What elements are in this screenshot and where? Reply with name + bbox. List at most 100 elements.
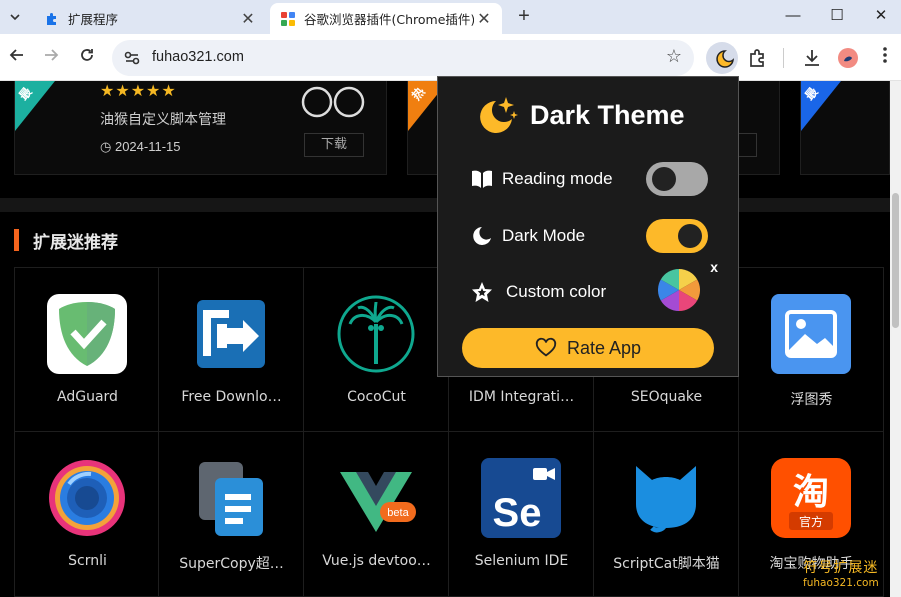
tab-label: 扩展程序: [68, 12, 119, 27]
supercopy-icon: [199, 462, 263, 536]
arrow-right-icon: [45, 49, 59, 61]
app-name: 浮图秀: [790, 392, 833, 408]
tab-search-button[interactable]: [4, 6, 26, 28]
cococut-icon: [337, 295, 415, 373]
beta-badge: beta: [387, 507, 409, 519]
dark-theme-extension-button[interactable]: [706, 42, 738, 74]
taobao-logo-text: 淘: [793, 472, 829, 513]
taobao-official-text: 官方: [799, 514, 823, 529]
page-scrollbar[interactable]: [890, 81, 901, 597]
section-title: 扩展迷推荐: [33, 232, 118, 253]
selenium-icon: Se: [481, 458, 561, 538]
bookmark-star-icon[interactable]: ☆: [666, 46, 682, 67]
app-card-scriptcat[interactable]: ScriptCat脚本猫: [594, 432, 739, 597]
dark-mode-toggle[interactable]: [646, 219, 708, 253]
moon-icon: [473, 227, 491, 245]
extensions-puzzle-icon[interactable]: [746, 46, 770, 70]
watermark-title: 符号扩展迷: [803, 560, 879, 576]
puzzle-icon: [47, 12, 56, 25]
featured-card[interactable]: 最: [800, 81, 890, 175]
reload-icon: [81, 49, 93, 61]
image-icon: [771, 294, 851, 374]
card-title[interactable]: 油猴自定义脚本管理: [100, 109, 226, 129]
custom-color-label: Custom color: [506, 282, 607, 301]
extension-logo-icon: [301, 86, 365, 118]
new-tab-button[interactable]: +: [512, 5, 536, 29]
app-card-vue-devtools[interactable]: beta Vue.js devtoo…: [304, 432, 449, 597]
app-card-fdm[interactable]: Free Downlo…: [159, 267, 304, 432]
maximize-button[interactable]: ☐: [822, 4, 852, 28]
moon-icon: [716, 50, 734, 68]
heart-icon: [535, 337, 557, 357]
scrnli-icon: [49, 460, 125, 536]
moon-sparkle-icon: [480, 97, 518, 133]
app-card-futuxiu[interactable]: 浮图秀: [739, 267, 884, 432]
menu-button[interactable]: [872, 45, 898, 71]
fdm-icon: [197, 300, 265, 368]
rating-stars: ★★★★★: [100, 83, 177, 100]
star-badge-icon: [472, 282, 492, 302]
card-date: ◷ 2024-11-15: [100, 139, 181, 155]
site-settings-icon[interactable]: [120, 46, 144, 70]
reading-mode-row: Reading mode: [470, 160, 710, 196]
watermark: 符号扩展迷 fuhao321.com: [803, 557, 879, 589]
tab-strip: 扩展程序 ✕ 谷歌浏览器插件(Chrome插件)- ✕ + — ☐ ✕: [0, 0, 901, 34]
app-name: Vue.js devtoo…: [322, 553, 431, 569]
chevron-down-icon: [10, 14, 20, 21]
app-name: Scrnli: [68, 553, 107, 569]
app-card-selenium[interactable]: Se Selenium IDE: [449, 432, 594, 597]
scriptcat-icon: [636, 466, 696, 533]
taobao-icon: 淘 官方: [771, 458, 851, 538]
custom-color-row: Custom color x: [470, 259, 718, 311]
date-text: 2024-11-15: [114, 139, 181, 154]
reading-mode-toggle[interactable]: [646, 162, 708, 196]
more-vert-icon: [883, 47, 887, 63]
close-tab-icon[interactable]: ✕: [474, 9, 494, 28]
clock-icon: ◷: [100, 139, 115, 154]
close-window-button[interactable]: ✕: [866, 4, 896, 28]
site-favicon-icon: [281, 11, 295, 26]
app-name: ScriptCat脚本猫: [613, 556, 720, 572]
section-accent-bar: [14, 229, 19, 251]
app-name: AdGuard: [57, 389, 118, 405]
app-name: Selenium IDE: [474, 553, 569, 569]
tab-extensions[interactable]: 扩展程序 ✕: [34, 3, 266, 34]
download-icon[interactable]: [800, 46, 824, 70]
profile-avatar-icon[interactable]: [836, 46, 860, 70]
app-card-supercopy[interactable]: SuperCopy超…: [159, 432, 304, 597]
back-button[interactable]: [4, 45, 30, 71]
featured-card[interactable]: 最 ★★★★★ 油猴自定义脚本管理 ◷ 2024-11-15 下载: [14, 81, 387, 175]
app-card-adguard[interactable]: AdGuard: [14, 267, 159, 432]
download-button[interactable]: 下载: [304, 133, 364, 157]
app-name: IDM Integrati…: [468, 389, 575, 405]
dark-theme-popup: Dark Theme Reading mode Dark Mode Custom…: [437, 76, 739, 377]
color-picker-icon[interactable]: [658, 269, 700, 311]
forward-button[interactable]: [38, 45, 64, 71]
scrollbar-thumb[interactable]: [892, 193, 899, 328]
address-bar[interactable]: fuhao321.com ☆: [112, 40, 694, 76]
app-name: SEOquake: [630, 389, 703, 405]
app-card-scrnli[interactable]: Scrnli: [14, 432, 159, 597]
close-tab-icon[interactable]: ✕: [238, 9, 258, 28]
section-header: 扩展迷推荐: [14, 229, 118, 253]
popup-title: Dark Theme: [530, 99, 685, 130]
minimize-button[interactable]: —: [778, 4, 808, 28]
watermark-url: fuhao321.com: [803, 577, 879, 589]
vue-icon: beta: [340, 472, 416, 532]
app-name: CocoCut: [347, 389, 406, 405]
book-icon: [472, 170, 492, 188]
dark-mode-row: Dark Mode: [470, 217, 710, 253]
popup-header: Dark Theme: [474, 95, 685, 135]
app-name: SuperCopy超…: [179, 556, 284, 572]
rate-app-label: Rate App: [566, 337, 642, 358]
rate-app-button[interactable]: Rate App: [462, 328, 714, 368]
arrow-left-icon: [9, 49, 23, 61]
tab-current[interactable]: 谷歌浏览器插件(Chrome插件)- ✕: [270, 3, 502, 34]
app-card-cococut[interactable]: CocoCut: [304, 267, 449, 432]
reload-button[interactable]: [74, 45, 100, 71]
reading-mode-label: Reading mode: [502, 169, 613, 188]
url-text[interactable]: fuhao321.com: [152, 49, 244, 65]
clear-color-button[interactable]: x: [710, 259, 718, 275]
toolbar-divider: [783, 48, 784, 68]
selenium-logo-text: Se: [493, 491, 542, 535]
